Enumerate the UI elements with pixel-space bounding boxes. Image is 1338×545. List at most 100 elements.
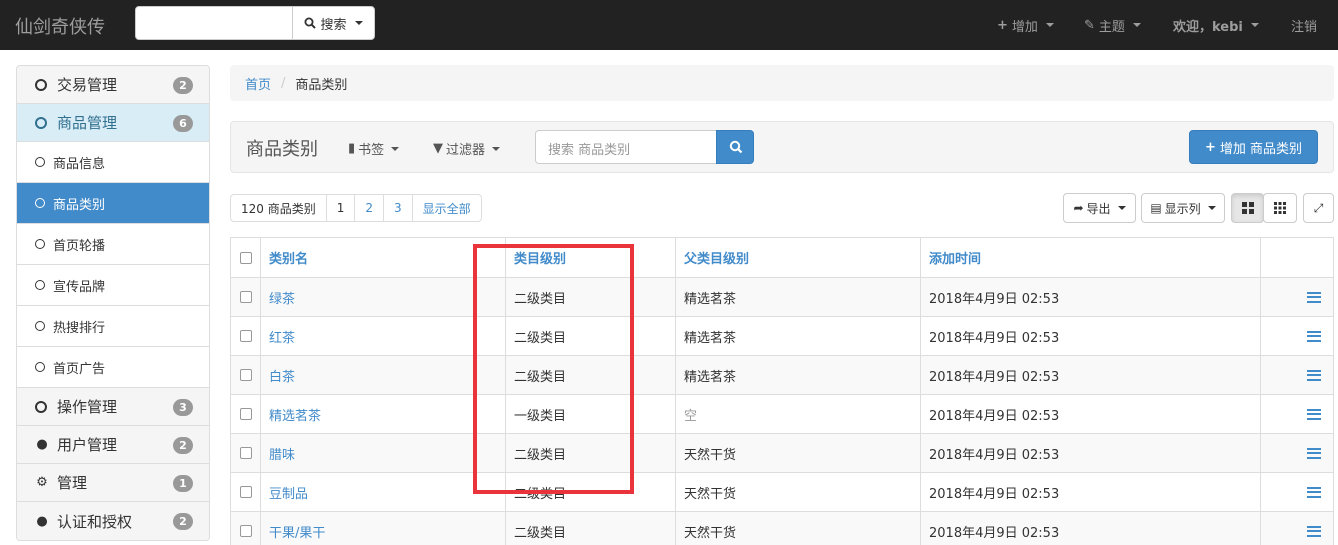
category-level-cell: 二级类目 bbox=[506, 278, 676, 316]
chevron-down-icon bbox=[1207, 206, 1216, 210]
row-checkbox[interactable] bbox=[239, 486, 252, 498]
nav-add-menu[interactable]: + 增加 bbox=[997, 0, 1054, 50]
category-level-cell: 一级类目 bbox=[506, 395, 676, 433]
show-columns-button[interactable]: ▤ 显示列 bbox=[1141, 193, 1225, 223]
column-header-added[interactable]: 添加时间 bbox=[921, 238, 1261, 277]
category-name-link[interactable]: 腊味 bbox=[269, 444, 295, 463]
list-icon[interactable] bbox=[1307, 330, 1321, 342]
sidebar-item-brand[interactable]: 宣传品牌 bbox=[17, 265, 209, 306]
row-select-cell bbox=[231, 395, 261, 433]
bookmarks-label: 书签 bbox=[358, 143, 385, 158]
table-row: 豆制品 二级类目 天然干货 2018年4月9日 02:53 bbox=[231, 473, 1334, 512]
bookmarks-dropdown[interactable]: ▮ 书签 bbox=[348, 139, 400, 158]
circle-icon bbox=[35, 157, 45, 167]
sidebar-item-goods-category[interactable]: 商品类别 bbox=[17, 183, 209, 224]
chevron-down-icon bbox=[1132, 23, 1141, 27]
nav-add-label: 增加 bbox=[1011, 19, 1038, 35]
select-all-checkbox[interactable] bbox=[239, 251, 252, 264]
column-header-parent[interactable]: 父类目级别 bbox=[676, 238, 921, 277]
nav-search-label: 搜索 bbox=[320, 17, 347, 33]
sidebar-item-ads[interactable]: 首页广告 bbox=[17, 347, 209, 388]
column-header-actions bbox=[1261, 238, 1334, 277]
nav-theme-menu[interactable]: ✎ 主题 bbox=[1084, 0, 1141, 50]
count-badge: 6 bbox=[173, 115, 193, 132]
page-title: 商品类别 bbox=[246, 139, 318, 160]
category-name-link[interactable]: 精选茗茶 bbox=[269, 405, 321, 424]
row-checkbox[interactable] bbox=[239, 408, 252, 420]
list-icon[interactable] bbox=[1307, 525, 1321, 537]
compact-view-button[interactable] bbox=[1263, 193, 1297, 223]
list-icon[interactable] bbox=[1307, 447, 1321, 459]
chevron-down-icon bbox=[1117, 206, 1126, 210]
category-name-cell: 精选茗茶 bbox=[261, 395, 506, 433]
page-2[interactable]: 2 bbox=[354, 195, 383, 221]
nav-search-button[interactable]: 搜索 bbox=[292, 6, 375, 40]
row-checkbox[interactable] bbox=[239, 447, 252, 459]
plus-icon: + bbox=[1204, 139, 1216, 155]
resize-full-icon: ⤢ bbox=[1313, 200, 1324, 215]
sidebar-item-operations[interactable]: 操作管理 3 bbox=[17, 388, 209, 426]
table-row: 腊味 二级类目 天然干货 2018年4月9日 02:53 bbox=[231, 434, 1334, 473]
sidebar-item-users[interactable]: ● 用户管理 2 bbox=[17, 426, 209, 464]
circle-icon bbox=[35, 400, 47, 413]
show-columns-label: 显示列 bbox=[1164, 201, 1201, 216]
list-icon[interactable] bbox=[1307, 291, 1321, 303]
pagination: 120 商品类别 1 2 3 显示全部 bbox=[230, 194, 482, 222]
filter-dropdown[interactable]: ▼ 过滤器 bbox=[433, 139, 501, 158]
chevron-down-icon bbox=[1045, 23, 1054, 27]
breadcrumb-home[interactable]: 首页 bbox=[245, 74, 271, 93]
brand-title[interactable]: 仙剑奇侠传 bbox=[15, 13, 105, 39]
category-name-link[interactable]: 干果/果干 bbox=[269, 522, 325, 541]
add-category-label: 增加 商品类别 bbox=[1219, 141, 1303, 157]
row-checkbox[interactable] bbox=[239, 525, 252, 537]
column-header-level[interactable]: 类目级别 bbox=[506, 238, 676, 277]
sidebar-item-admin[interactable]: ⚙ 管理 1 bbox=[17, 464, 209, 502]
nav-welcome-label: 欢迎，kebi bbox=[1173, 19, 1243, 35]
table-row: 干果/果干 二级类目 天然干货 2018年4月9日 02:53 bbox=[231, 512, 1334, 545]
add-category-button[interactable]: + 增加 商品类别 bbox=[1189, 130, 1318, 164]
page-1[interactable]: 1 bbox=[325, 195, 355, 221]
fullscreen-button[interactable]: ⤢ bbox=[1303, 193, 1334, 223]
category-level-cell: 二级类目 bbox=[506, 512, 676, 545]
chevron-down-icon bbox=[391, 146, 400, 151]
logout-link[interactable]: 注销 bbox=[1291, 0, 1317, 50]
table-row: 绿茶 二级类目 精选茗茶 2018年4月9日 02:53 bbox=[231, 278, 1334, 317]
page-3[interactable]: 3 bbox=[383, 195, 412, 221]
category-name-link[interactable]: 红茶 bbox=[269, 327, 295, 346]
list-icon[interactable] bbox=[1307, 369, 1321, 381]
row-checkbox[interactable] bbox=[239, 369, 252, 381]
sidebar-item-trade[interactable]: 交易管理 2 bbox=[17, 66, 209, 104]
nav-search-input[interactable] bbox=[135, 6, 293, 40]
sidebar-item-auth[interactable]: ● 认证和授权 2 bbox=[17, 502, 209, 540]
list-alt-icon: ▤ bbox=[1150, 201, 1162, 215]
search-icon bbox=[729, 140, 743, 154]
category-search-input[interactable]: 搜索 商品类别 bbox=[535, 130, 717, 164]
th-large-icon bbox=[1241, 202, 1254, 214]
users-icon: ● bbox=[36, 513, 48, 529]
category-name-link[interactable]: 绿茶 bbox=[269, 288, 295, 307]
column-header-name[interactable]: 类别名 bbox=[261, 238, 506, 277]
category-name-link[interactable]: 白茶 bbox=[269, 366, 295, 385]
table-row: 精选茗茶 一级类目 空 2018年4月9日 02:53 bbox=[231, 395, 1334, 434]
show-all-link[interactable]: 显示全部 bbox=[411, 195, 481, 221]
added-time-cell: 2018年4月9日 02:53 bbox=[921, 434, 1261, 472]
list-icon[interactable] bbox=[1307, 408, 1321, 420]
sidebar-item-label: 操作管理 bbox=[57, 398, 118, 416]
category-name-cell: 干果/果干 bbox=[261, 512, 506, 545]
row-checkbox[interactable] bbox=[239, 291, 252, 303]
sidebar-item-goods[interactable]: 商品管理 6 bbox=[17, 104, 209, 142]
category-name-link[interactable]: 豆制品 bbox=[269, 483, 308, 502]
sidebar-item-hot-search[interactable]: 热搜排行 bbox=[17, 306, 209, 347]
parent-category-cell: 天然干货 bbox=[676, 434, 921, 472]
export-button[interactable]: ➦ 导出 bbox=[1063, 193, 1136, 223]
category-table: 类别名 类目级别 父类目级别 添加时间 绿茶 二级类目 精选茗茶 2018年4月… bbox=[230, 237, 1334, 545]
search-icon bbox=[304, 17, 317, 29]
row-select-cell bbox=[231, 317, 261, 355]
list-icon[interactable] bbox=[1307, 486, 1321, 498]
nav-user-menu[interactable]: 欢迎，kebi bbox=[1173, 0, 1259, 50]
category-search-button[interactable] bbox=[716, 130, 754, 164]
sidebar-item-banner[interactable]: 首页轮播 bbox=[17, 224, 209, 265]
grid-view-button[interactable] bbox=[1231, 193, 1264, 223]
sidebar-item-goods-info[interactable]: 商品信息 bbox=[17, 142, 209, 183]
row-checkbox[interactable] bbox=[239, 330, 252, 342]
